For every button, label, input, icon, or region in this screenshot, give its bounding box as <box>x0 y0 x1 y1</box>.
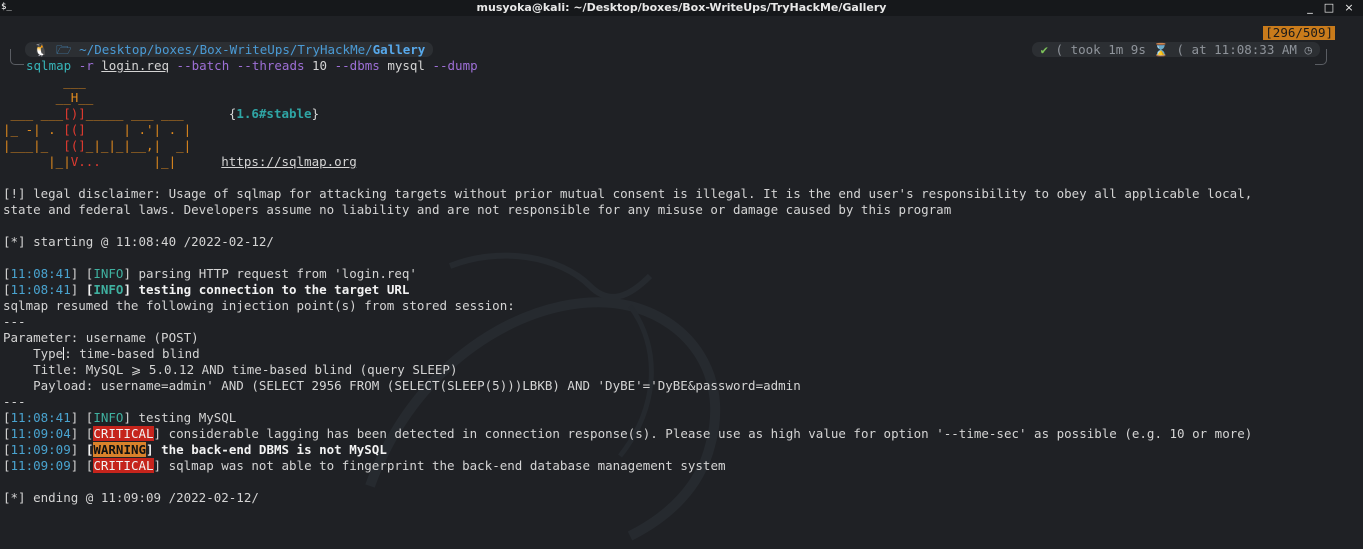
flag-dbms: --dbms <box>334 58 380 73</box>
threads-value: 10 <box>312 58 328 73</box>
dbms-value: mysql <box>387 58 425 73</box>
prompt-path-segment: 🐧 🗁 ~/Desktop/boxes/Box-WriteUps/TryHack… <box>25 42 434 57</box>
maximize-button[interactable]: □ <box>1322 1 1336 15</box>
log-line: [11:09:09] [WARNING] the back-end DBMS i… <box>3 442 387 457</box>
log-time: 11:08:41 <box>10 266 71 281</box>
log-message: parsing HTTP request from 'login.req' <box>130 266 417 281</box>
type-label: Type <box>3 346 64 361</box>
log-line: [11:08:41] [INFO] testing MySQL <box>3 410 237 425</box>
disclaimer-line-1: [!] legal disclaimer: Usage of sqlmap fo… <box>3 186 1253 201</box>
flag-dump: --dump <box>432 58 478 73</box>
resumed-line: sqlmap resumed the following injection p… <box>3 298 515 313</box>
type-line: Type: time-based blind <box>3 346 200 362</box>
log-level-warning: WARNING <box>93 442 147 457</box>
log-level-critical: CRITICAL <box>93 426 154 441</box>
sqlmap-version: 1.6#stable <box>236 106 312 121</box>
prompt-status-segment: ✔ ( took 1m 9s ⌛ ( at 11:08:33 AM ◷ <box>1032 42 1320 57</box>
close-button[interactable]: × <box>1342 1 1356 15</box>
type-value: : time-based blind <box>64 346 200 361</box>
log-level: INFO <box>93 410 124 425</box>
sqlmap-url-link[interactable]: https://sqlmap.org <box>221 154 356 169</box>
ending-line: [*] ending @ 11:09:09 /2022-02-12/ <box>3 490 259 505</box>
banner-art-3b: [)] <box>63 106 86 121</box>
flag-r: -r <box>78 58 94 73</box>
flag-threads: --threads <box>236 58 305 73</box>
banner-art-line-3: ___ ___[)]_____ ___ ___ {1.6#stable} <box>3 106 320 121</box>
log-message: the back-end DBMS is not MySQL <box>153 442 387 457</box>
banner-art-5c: _|_|_|__,| _| <box>85 138 192 153</box>
banner-art-4a: |_ -| . <box>3 122 64 137</box>
banner-art-4b: [(] <box>63 122 86 137</box>
log-time: 11:08:41 <box>10 410 71 425</box>
log-message: testing MySQL <box>130 410 237 425</box>
title-line: Title: MySQL ⩾ 5.0.12 AND time-based bli… <box>3 362 458 377</box>
log-message: considerable lagging has been detected i… <box>161 426 1253 441</box>
window-titlebar: $_ musyoka@kali: ~/Desktop/boxes/Box-Wri… <box>0 0 1363 16</box>
banner-art-line-1: ___ <box>3 74 86 89</box>
log-time: 11:09:04 <box>10 426 71 441</box>
parameter-line: Parameter: username (POST) <box>3 330 199 345</box>
log-message: sqlmap was not able to fingerprint the b… <box>161 458 726 473</box>
log-line: [11:08:41] [INFO] testing connection to … <box>3 282 410 297</box>
path-prefix: ~/Desktop/boxes/Box-WriteUps/TryHackMe/ <box>79 42 373 57</box>
log-time: 11:08:41 <box>10 282 71 297</box>
banner-art-6c: |_| <box>100 154 199 169</box>
banner-art-line-5: |___|_ [(]_|_|_|__,| _| <box>3 138 191 154</box>
separator: --- <box>3 314 26 329</box>
banner-art-3c: _____ ___ ___ <box>85 106 199 121</box>
took-label: took <box>1070 42 1101 57</box>
command-duration: 1m 9s <box>1108 42 1146 57</box>
banner-art-2: __H__ <box>3 90 94 105</box>
terminal-area[interactable]: [296/509] 🐧 🗁 ~/Desktop/boxes/Box-WriteU… <box>0 16 1363 549</box>
hourglass-icon: ⌛ <box>1153 42 1169 57</box>
success-check-icon: ✔ <box>1040 42 1048 57</box>
log-level-critical: CRITICAL <box>93 458 154 473</box>
separator: --- <box>3 394 26 409</box>
disclaimer-line-2: state and federal laws. Developers assum… <box>3 202 952 217</box>
prompt-frame-right <box>1315 49 1327 65</box>
clock-icon: ◷ <box>1304 42 1312 57</box>
history-counter: [296/509] <box>1263 25 1335 40</box>
at-label: at <box>1191 42 1207 57</box>
flag-batch: --batch <box>176 58 230 73</box>
log-message: testing connection to the target URL <box>130 282 410 297</box>
banner-art-5a: |___|_ <box>3 138 64 153</box>
banner-art-6a: |_| <box>3 154 71 169</box>
prompt-frame-left <box>10 49 24 65</box>
banner-art-5b: [(] <box>63 138 86 153</box>
log-line: [11:09:04] [CRITICAL] considerable laggi… <box>3 426 1253 441</box>
payload-line: Payload: username=admin' AND (SELECT 295… <box>3 378 801 393</box>
folder-icon: 🗁 <box>56 42 72 57</box>
request-file-arg: login.req <box>101 58 170 73</box>
log-line: [11:08:41] [INFO] parsing HTTP request f… <box>3 266 417 281</box>
path-current: Gallery <box>372 42 426 57</box>
prompt-time: 11:08:33 AM <box>1214 42 1297 57</box>
banner-art-line-2: __H__ <box>3 90 94 106</box>
linux-penguin-icon: 🐧 <box>33 42 49 57</box>
log-line: [11:09:09] [CRITICAL] sqlmap was not abl… <box>3 458 726 473</box>
log-time: 11:09:09 <box>10 442 71 457</box>
log-level: INFO <box>93 282 124 297</box>
starting-line: [*] starting @ 11:08:40 /2022-02-12/ <box>3 234 274 249</box>
banner-art-line-4: |_ -| . [(] | .'| . | <box>3 122 191 138</box>
banner-art-3a: ___ ___ <box>3 106 64 121</box>
log-time: 11:09:09 <box>10 458 71 473</box>
command-line: sqlmap -r login.req --batch --threads 10… <box>26 58 478 74</box>
window-title: musyoka@kali: ~/Desktop/boxes/Box-WriteU… <box>476 1 887 14</box>
banner-art-6b: V... <box>70 154 101 169</box>
banner-art-4c: | .'| . | <box>85 122 192 137</box>
minimize-button[interactable]: _ <box>1303 1 1317 15</box>
log-level: INFO <box>93 266 124 281</box>
banner-art-line-6: |_|V... |_| https://sqlmap.org <box>3 154 357 170</box>
command-binary: sqlmap <box>26 58 72 73</box>
